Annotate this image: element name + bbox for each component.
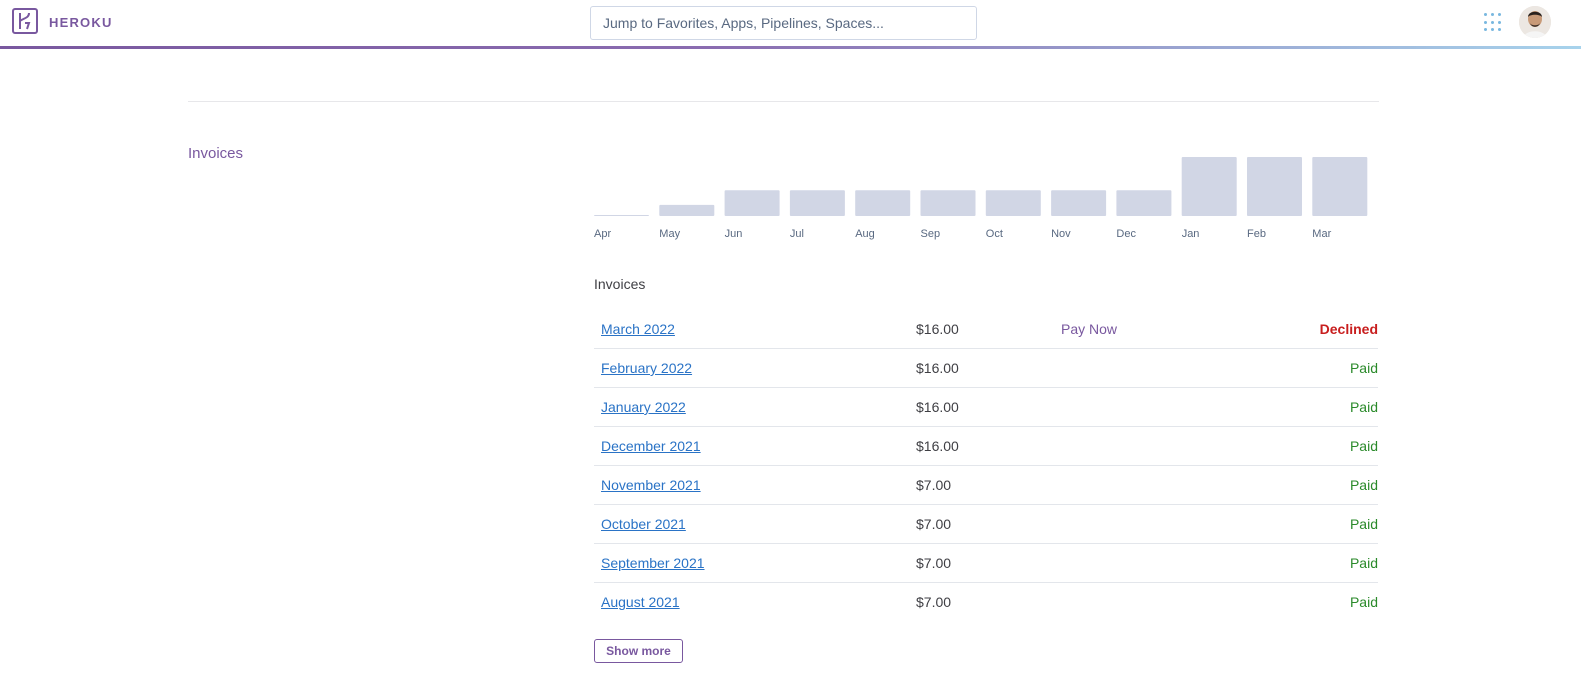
chart-tick-label: Nov bbox=[1051, 228, 1071, 240]
invoice-amount: $7.00 bbox=[916, 477, 952, 493]
chart-tick-label: Jul bbox=[790, 228, 804, 240]
invoice-status: Paid bbox=[1349, 399, 1378, 415]
invoice-month-link[interactable]: February 2022 bbox=[601, 360, 692, 376]
chart-tick-label: Oct bbox=[986, 228, 1003, 240]
chart-bar-oct[interactable] bbox=[985, 190, 1041, 216]
invoice-month-link[interactable]: November 2021 bbox=[601, 477, 701, 493]
chart-bar-dec[interactable] bbox=[1116, 190, 1172, 216]
invoice-row: January 2022 $16.00 Paid bbox=[594, 388, 1378, 427]
invoice-row: February 2022 $16.00 Paid bbox=[594, 349, 1378, 388]
chart-bar-apr[interactable] bbox=[594, 215, 649, 216]
pay-now-link[interactable]: Pay Now bbox=[1061, 321, 1117, 337]
chart-bar-aug[interactable] bbox=[855, 190, 911, 216]
invoice-month-link[interactable]: March 2022 bbox=[601, 321, 675, 337]
invoice-amount: $16.00 bbox=[916, 438, 959, 454]
invoice-status: Paid bbox=[1349, 438, 1378, 454]
invoice-amount: $7.00 bbox=[916, 555, 952, 571]
section-title: Invoices bbox=[188, 145, 244, 162]
user-avatar[interactable] bbox=[1519, 6, 1551, 38]
invoice-month-link[interactable]: October 2021 bbox=[601, 516, 686, 532]
chart-tick-label: Sep bbox=[921, 228, 941, 240]
chart-bar-mar[interactable] bbox=[1312, 157, 1368, 216]
invoice-row: October 2021 $7.00 Paid bbox=[594, 505, 1378, 544]
invoice-status: Paid bbox=[1349, 594, 1378, 610]
chart-bar-jun[interactable] bbox=[724, 190, 780, 216]
apps-menu-icon[interactable] bbox=[1484, 13, 1503, 32]
header-accent-line bbox=[0, 46, 1581, 49]
chart-svg: Apr May Jun Jul Aug Sep Oct Nov Dec Jan Feb Mar bbox=[594, 157, 1368, 240]
chart-bar-nov[interactable] bbox=[1051, 190, 1107, 216]
invoice-status: Declined bbox=[1319, 321, 1378, 337]
chart-bar-jan[interactable] bbox=[1181, 157, 1237, 216]
invoice-status: Paid bbox=[1349, 477, 1378, 493]
heroku-logo-icon[interactable] bbox=[12, 8, 38, 34]
chart-bar-jul[interactable] bbox=[789, 190, 845, 216]
chart-tick-label: Jun bbox=[725, 228, 743, 240]
invoice-bar-chart: Apr May Jun Jul Aug Sep Oct Nov Dec Jan Feb Mar bbox=[594, 150, 1379, 245]
invoice-amount: $16.00 bbox=[916, 321, 959, 337]
invoice-status: Paid bbox=[1349, 555, 1378, 571]
chart-tick-label: Dec bbox=[1116, 228, 1136, 240]
invoice-row: November 2021 $7.00 Paid bbox=[594, 466, 1378, 505]
invoices-table-title: Invoices bbox=[594, 276, 646, 292]
chart-tick-label: Feb bbox=[1247, 228, 1266, 240]
invoice-amount: $16.00 bbox=[916, 399, 959, 415]
search-input[interactable] bbox=[590, 6, 977, 40]
invoice-amount: $16.00 bbox=[916, 360, 959, 376]
invoice-amount: $7.00 bbox=[916, 594, 952, 610]
chart-tick-label: Aug bbox=[855, 228, 875, 240]
invoice-amount: $7.00 bbox=[916, 516, 952, 532]
invoice-row: December 2021 $16.00 Paid bbox=[594, 427, 1378, 466]
chart-tick-label: Jan bbox=[1182, 228, 1200, 240]
chart-bar-feb[interactable] bbox=[1247, 157, 1302, 216]
chart-tick-label: Apr bbox=[594, 228, 611, 240]
invoice-month-link[interactable]: September 2021 bbox=[601, 555, 705, 571]
brand-name[interactable]: HEROKU bbox=[49, 15, 113, 30]
top-navigation-bar: HEROKU bbox=[0, 0, 1581, 46]
invoice-month-link[interactable]: August 2021 bbox=[601, 594, 680, 610]
chart-bar-sep[interactable] bbox=[920, 190, 976, 216]
invoice-row: March 2022 $16.00 Pay Now Declined bbox=[594, 310, 1378, 349]
invoice-month-link[interactable]: December 2021 bbox=[601, 438, 701, 454]
invoices-table: March 2022 $16.00 Pay Now Declined February … bbox=[594, 310, 1378, 621]
invoice-row: September 2021 $7.00 Paid bbox=[594, 544, 1378, 583]
invoice-status: Paid bbox=[1349, 360, 1378, 376]
chart-tick-label: May bbox=[659, 228, 680, 240]
chart-tick-label: Mar bbox=[1312, 228, 1331, 240]
invoice-month-link[interactable]: January 2022 bbox=[601, 399, 686, 415]
invoice-status: Paid bbox=[1349, 516, 1378, 532]
chart-bar-may[interactable] bbox=[659, 204, 715, 216]
invoice-row: August 2021 $7.00 Paid bbox=[594, 583, 1378, 621]
show-more-button[interactable]: Show more bbox=[594, 639, 683, 663]
section-divider bbox=[188, 101, 1379, 102]
